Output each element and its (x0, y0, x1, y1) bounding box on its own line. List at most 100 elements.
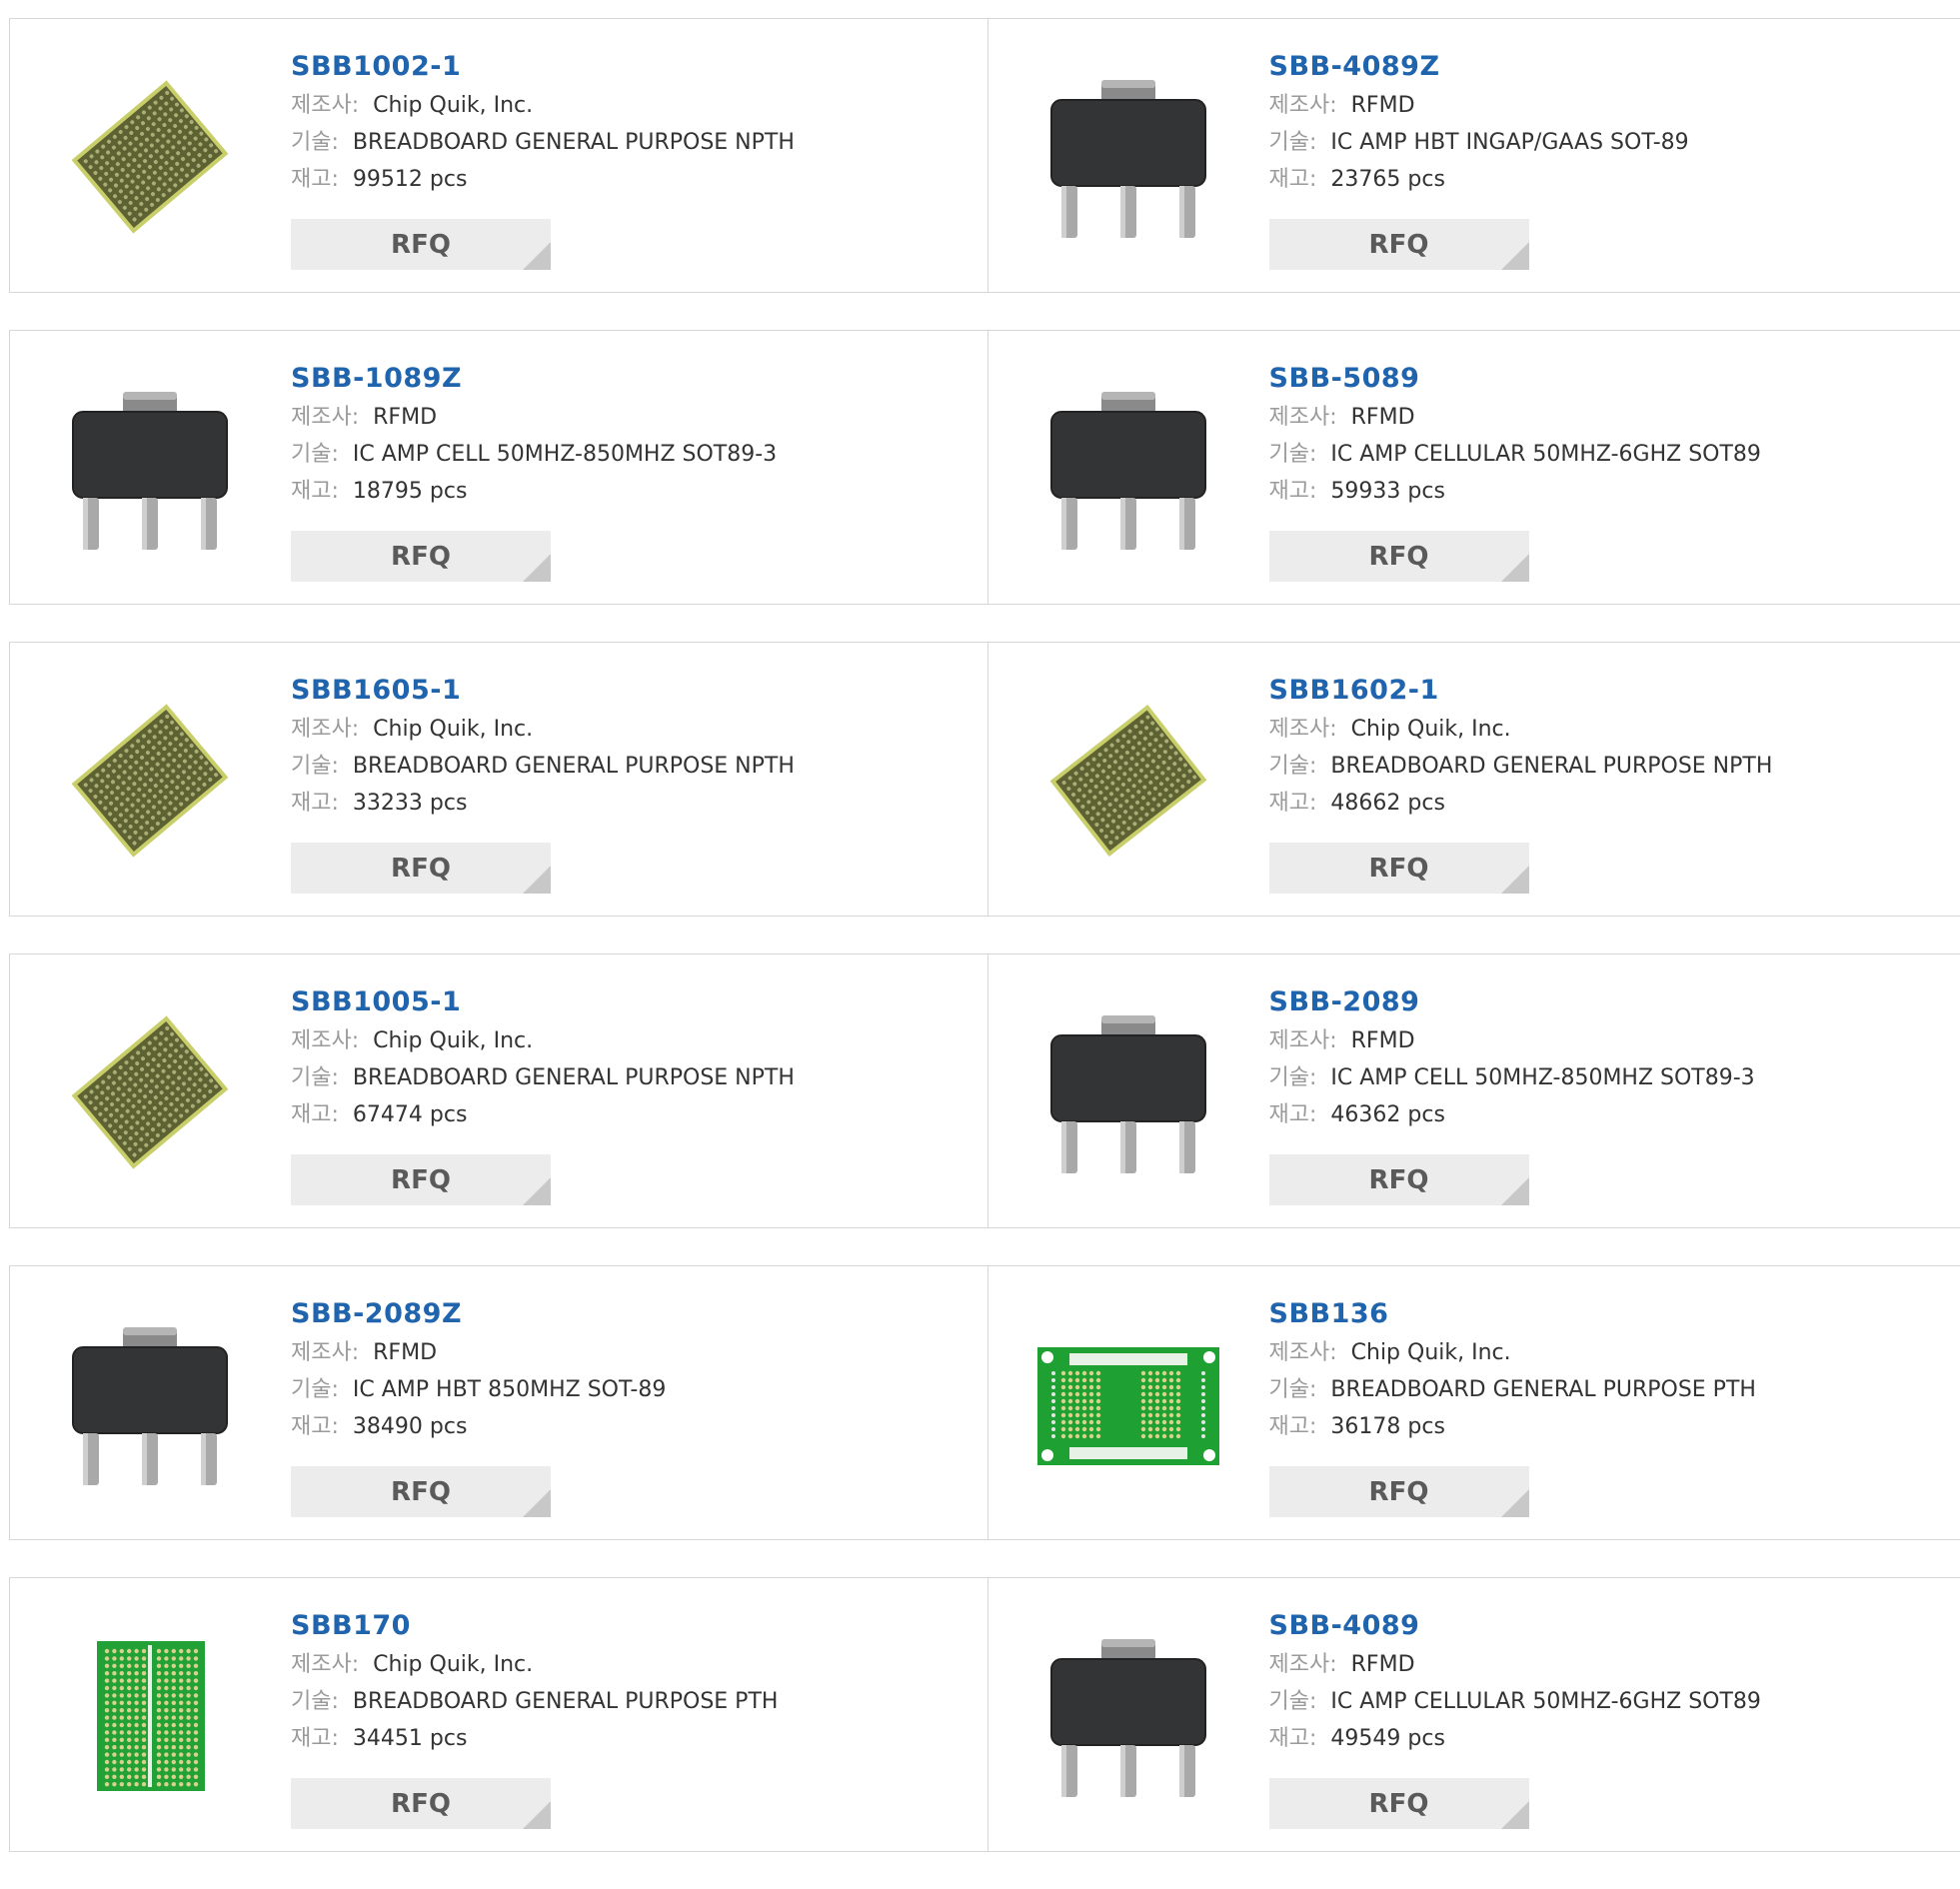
rfq-button-label: RFQ (1369, 1789, 1429, 1819)
corner-triangle-icon (1501, 242, 1529, 270)
stock-label: 재고: (291, 1102, 339, 1127)
product-info: SBB-1089Z 제조사:RFMD 기술:IC AMP CELL 50MHZ-… (291, 359, 968, 510)
product-info: SBB-4089 제조사:RFMD 기술:IC AMP CELLULAR 50M… (1269, 1606, 1941, 1757)
rfq-button[interactable]: RFQ (291, 531, 551, 582)
stock-line: 재고:48662 pcs (1269, 785, 1941, 822)
description-value: BREADBOARD GENERAL PURPOSE NPTH (353, 130, 795, 155)
manufacturer-label: 제조사: (291, 93, 359, 118)
product-name-link[interactable]: SBB1602-1 (1269, 671, 1941, 711)
sot89-chip-icon[interactable] (1028, 369, 1228, 569)
stock-label: 재고: (1269, 1414, 1317, 1439)
breadboard-npth-icon[interactable] (50, 57, 250, 257)
product-name-link[interactable]: SBB-2089 (1269, 982, 1941, 1022)
breadboard-npth-icon[interactable] (50, 992, 250, 1192)
product-name-link[interactable]: SBB-1089Z (291, 359, 968, 399)
description-value: IC AMP HBT INGAP/GAAS SOT-89 (1330, 130, 1688, 155)
stock-value: 33233 pcs (353, 791, 468, 816)
sot89-chip-icon[interactable] (1028, 57, 1228, 257)
product-info: SBB-2089Z 제조사:RFMD 기술:IC AMP HBT 850MHZ … (291, 1294, 968, 1445)
manufacturer-value: RFMD (373, 405, 437, 430)
stock-label: 재고: (1269, 791, 1317, 816)
manufacturer-line: 제조사:Chip Quik, Inc. (1269, 1334, 1941, 1371)
sot89-chip-icon[interactable] (1028, 992, 1228, 1192)
manufacturer-label: 제조사: (1269, 717, 1337, 742)
product-card: SBB1602-1 제조사:Chip Quik, Inc. 기술:BREADBO… (987, 643, 1960, 916)
stock-value: 36178 pcs (1330, 1414, 1445, 1439)
description-label: 기술: (1269, 754, 1317, 779)
product-name-link[interactable]: SBB136 (1269, 1294, 1941, 1334)
rfq-button[interactable]: RFQ (1269, 843, 1529, 894)
rfq-button[interactable]: RFQ (291, 1778, 551, 1829)
description-label: 기술: (291, 442, 339, 467)
description-line: 기술:IC AMP CELLULAR 50MHZ-6GHZ SOT89 (1269, 436, 1941, 473)
manufacturer-value: RFMD (1351, 1028, 1415, 1053)
rfq-button-label: RFQ (391, 854, 451, 884)
rfq-button[interactable]: RFQ (291, 1154, 551, 1205)
product-info: SBB170 제조사:Chip Quik, Inc. 기술:BREADBOARD… (291, 1606, 968, 1757)
description-line: 기술:BREADBOARD GENERAL PURPOSE PTH (1269, 1371, 1941, 1408)
stock-line: 재고:38490 pcs (291, 1408, 968, 1445)
stock-label: 재고: (291, 791, 339, 816)
product-name-link[interactable]: SBB-4089Z (1269, 47, 1941, 87)
stock-line: 재고:59933 pcs (1269, 473, 1941, 510)
product-row: SBB-2089Z 제조사:RFMD 기술:IC AMP HBT 850MHZ … (9, 1265, 1960, 1540)
sot89-chip-icon[interactable] (50, 369, 250, 569)
rfq-button[interactable]: RFQ (291, 843, 551, 894)
manufacturer-line: 제조사:Chip Quik, Inc. (291, 711, 968, 748)
description-value: IC AMP CELLULAR 50MHZ-6GHZ SOT89 (1330, 1689, 1761, 1714)
product-card: SBB-1089Z 제조사:RFMD 기술:IC AMP CELL 50MHZ-… (10, 331, 987, 604)
rfq-button-label: RFQ (1369, 1477, 1429, 1507)
description-line: 기술:IC AMP CELL 50MHZ-850MHZ SOT89-3 (1269, 1059, 1941, 1096)
breadboard-pth-green-small-icon[interactable] (50, 1616, 250, 1816)
breadboard-npth-icon[interactable] (1028, 681, 1228, 881)
manufacturer-label: 제조사: (1269, 405, 1337, 430)
manufacturer-label: 제조사: (291, 717, 359, 742)
stock-value: 99512 pcs (353, 167, 468, 192)
breadboard-npth-icon[interactable] (50, 681, 250, 881)
product-info: SBB-4089Z 제조사:RFMD 기술:IC AMP HBT INGAP/G… (1269, 47, 1941, 198)
manufacturer-label: 제조사: (291, 1028, 359, 1053)
rfq-button-label: RFQ (391, 542, 451, 572)
description-line: 기술:BREADBOARD GENERAL PURPOSE NPTH (291, 124, 968, 161)
description-value: IC AMP CELL 50MHZ-850MHZ SOT89-3 (353, 442, 777, 467)
product-name-link[interactable]: SBB-4089 (1269, 1606, 1941, 1646)
description-line: 기술:BREADBOARD GENERAL PURPOSE NPTH (291, 748, 968, 785)
manufacturer-line: 제조사:RFMD (1269, 1646, 1941, 1683)
description-value: IC AMP CELL 50MHZ-850MHZ SOT89-3 (1330, 1065, 1754, 1090)
manufacturer-label: 제조사: (1269, 1340, 1337, 1365)
stock-value: 49549 pcs (1330, 1726, 1445, 1751)
manufacturer-label: 제조사: (291, 1652, 359, 1677)
product-card: SBB-2089 제조사:RFMD 기술:IC AMP CELL 50MHZ-8… (987, 954, 1960, 1227)
product-name-link[interactable]: SBB170 (291, 1606, 968, 1646)
rfq-button-label: RFQ (1369, 1165, 1429, 1195)
product-name-link[interactable]: SBB-2089Z (291, 1294, 968, 1334)
product-name-link[interactable]: SBB1002-1 (291, 47, 968, 87)
corner-triangle-icon (1501, 1801, 1529, 1829)
stock-line: 재고: 33233 pcs (291, 785, 968, 822)
product-name-link[interactable]: SBB1005-1 (291, 982, 968, 1022)
product-name-link[interactable]: SBB-5089 (1269, 359, 1941, 399)
manufacturer-line: 제조사: Chip Quik, Inc. (291, 87, 968, 124)
rfq-button[interactable]: RFQ (291, 1466, 551, 1517)
rfq-button[interactable]: RFQ (1269, 531, 1529, 582)
breadboard-pth-green-icon[interactable] (1028, 1304, 1228, 1504)
sot89-chip-icon[interactable] (50, 1304, 250, 1504)
manufacturer-line: 제조사:RFMD (291, 1334, 968, 1371)
rfq-button[interactable]: RFQ (1269, 219, 1529, 270)
description-line: 기술:BREADBOARD GENERAL PURPOSE NPTH (1269, 748, 1941, 785)
rfq-button-label: RFQ (391, 1165, 451, 1195)
manufacturer-value: Chip Quik, Inc. (373, 93, 533, 118)
rfq-button-label: RFQ (1369, 230, 1429, 260)
rfq-button[interactable]: RFQ (1269, 1154, 1529, 1205)
rfq-button[interactable]: RFQ (1269, 1466, 1529, 1517)
product-name-link[interactable]: SBB1605-1 (291, 671, 968, 711)
sot89-chip-icon[interactable] (1028, 1616, 1228, 1816)
corner-triangle-icon (523, 866, 551, 894)
manufacturer-line: 제조사:Chip Quik, Inc. (291, 1022, 968, 1059)
rfq-button-label: RFQ (1369, 542, 1429, 572)
rfq-button[interactable]: RFQ (1269, 1778, 1529, 1829)
corner-triangle-icon (1501, 554, 1529, 582)
rfq-button[interactable]: RFQ (291, 219, 551, 270)
corner-triangle-icon (523, 554, 551, 582)
stock-value: 46362 pcs (1330, 1102, 1445, 1127)
